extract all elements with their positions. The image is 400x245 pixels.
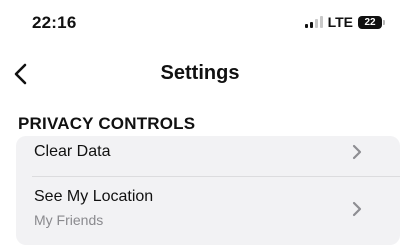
battery-percentage: 22 [364,16,376,28]
privacy-controls-group: Clear Data See My Location My Friends [16,136,400,245]
see-my-location-row[interactable]: See My Location My Friends [16,176,400,244]
section-header: PRIVACY CONTROLS [18,114,196,133]
page-title: Settings [160,62,240,84]
battery-icon: 22 [358,15,385,29]
see-my-location-value: My Friends [34,212,104,228]
cellular-signal-icon [304,16,323,28]
network-type-label: LTE [327,14,353,30]
clear-data-row[interactable]: Clear Data [16,136,400,176]
status-time: 22:16 [32,13,77,32]
see-my-location-label: See My Location [34,188,154,205]
navigation-bar: Settings [0,46,400,102]
chevron-right-icon [352,144,362,160]
status-bar: 22:16 LTE 22 [0,0,400,46]
status-indicators: LTE 22 [304,14,385,30]
clear-data-label: Clear Data [34,143,111,160]
chevron-right-icon [352,201,362,217]
